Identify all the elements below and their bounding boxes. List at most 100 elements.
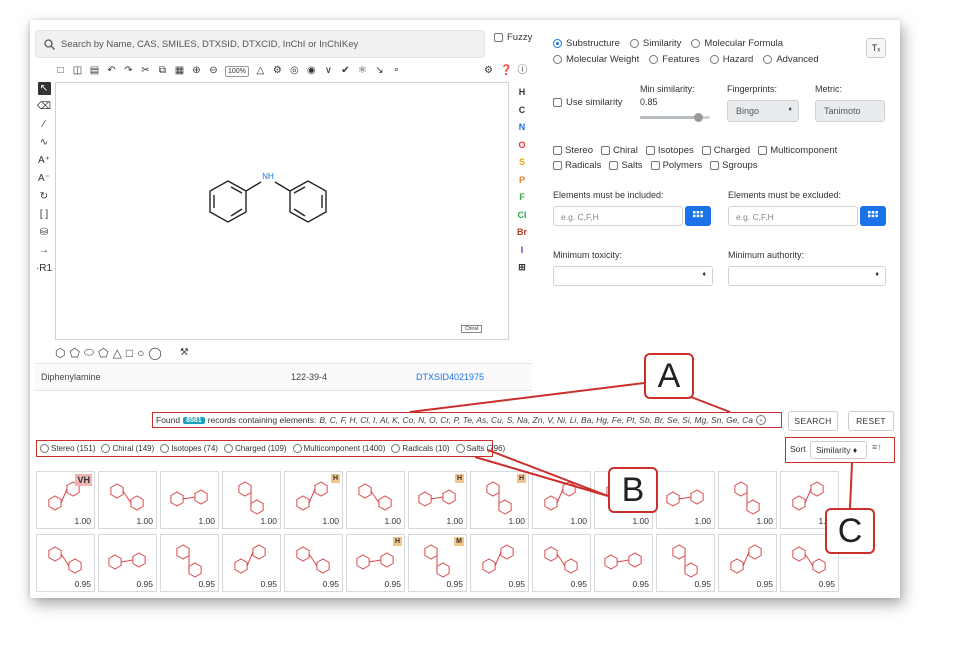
- exclude-elements-input[interactable]: e.g. C,F,H: [728, 206, 858, 226]
- clean-icon[interactable]: ⚙: [272, 65, 283, 77]
- rgroup-tool-icon[interactable]: ⛁: [40, 226, 48, 239]
- rgroup-label-icon[interactable]: ·R1: [36, 262, 52, 275]
- facet-radio[interactable]: [292, 444, 302, 453]
- filter-checkbox[interactable]: [553, 161, 562, 170]
- dearomatize-icon[interactable]: ◉: [306, 65, 317, 77]
- reaction-arrow-icon[interactable]: →: [39, 244, 49, 257]
- atom-0[interactable]: H: [519, 84, 526, 102]
- zoom-in-icon[interactable]: ⊕: [191, 65, 202, 77]
- rotate-tool-icon[interactable]: ↻: [40, 190, 48, 203]
- result-card[interactable]: 1.00: [160, 471, 219, 529]
- result-card[interactable]: 0.95: [532, 534, 591, 592]
- atom-7[interactable]: Cl: [518, 207, 527, 225]
- filter-checkbox[interactable]: [710, 161, 720, 170]
- mode-radio[interactable]: [763, 55, 773, 64]
- layout-icon[interactable]: △: [255, 65, 266, 77]
- drawing-canvas[interactable]: NH Chiral: [55, 82, 509, 340]
- atom-3[interactable]: O: [518, 137, 525, 155]
- search-input[interactable]: [61, 38, 471, 50]
- aromatize-icon[interactable]: ◎: [289, 65, 300, 77]
- atom-2[interactable]: N: [519, 119, 526, 137]
- cut-icon[interactable]: ✂: [140, 65, 151, 77]
- result-card[interactable]: 1.00: [718, 471, 777, 529]
- circle-template-icon[interactable]: ○: [137, 346, 144, 360]
- facet-multicomponent[interactable]: Multicomponent (1400): [292, 444, 385, 453]
- stereo-icon[interactable]: ∨: [323, 65, 334, 77]
- bond-tool-icon[interactable]: ∕: [43, 118, 45, 131]
- info-icon[interactable]: ⓘ: [517, 65, 528, 77]
- reset-button[interactable]: RESET: [848, 411, 894, 431]
- cyclohexane-template-icon[interactable]: ⬡: [55, 346, 65, 360]
- chain-tool-icon[interactable]: ∿: [40, 136, 48, 149]
- mode-radio[interactable]: [649, 55, 659, 64]
- result-card[interactable]: 1.00 H: [284, 471, 343, 529]
- result-card[interactable]: 1.00: [656, 471, 715, 529]
- filter-checkbox[interactable]: [701, 146, 711, 155]
- clear-format-button[interactable]: Tₓ: [866, 38, 886, 58]
- facet-radicals[interactable]: Radicals (10): [391, 444, 450, 453]
- facet-charged[interactable]: Charged (109): [223, 444, 287, 453]
- min-toxicity-select[interactable]: [553, 266, 713, 286]
- similarity-slider[interactable]: [640, 113, 710, 122]
- facet-radio[interactable]: [40, 444, 49, 453]
- check-icon[interactable]: ✔: [340, 65, 351, 77]
- charge-plus-icon[interactable]: A⁺: [38, 154, 50, 167]
- filter-checkbox[interactable]: [609, 161, 619, 170]
- search-button[interactable]: SEARCH: [788, 411, 838, 431]
- filter-checkbox[interactable]: [650, 161, 660, 170]
- facet-radio[interactable]: [101, 444, 111, 453]
- settings-icon[interactable]: ⚙: [483, 65, 494, 77]
- mode-similarity[interactable]: Similarity: [629, 38, 681, 49]
- fuzzy-checkbox-box[interactable]: [494, 33, 503, 42]
- analyze-icon[interactable]: ⚛: [357, 65, 368, 77]
- copy-icon[interactable]: ⧉: [157, 65, 168, 77]
- filter-salts[interactable]: Salts: [609, 160, 643, 171]
- facet-salts[interactable]: Salts (796): [455, 444, 505, 453]
- result-card[interactable]: 0.95 H: [346, 534, 405, 592]
- mode-radio[interactable]: [553, 55, 562, 64]
- facet-radio[interactable]: [455, 444, 465, 453]
- filter-polymers[interactable]: Polymers: [650, 160, 702, 171]
- result-card[interactable]: 0.95: [98, 534, 157, 592]
- result-card[interactable]: 0.95: [656, 534, 715, 592]
- result-card[interactable]: 1.00: [98, 471, 157, 529]
- undo-icon[interactable]: ↶: [106, 65, 117, 77]
- new-file-icon[interactable]: □: [55, 65, 66, 77]
- zoom-select[interactable]: 100%: [225, 65, 249, 77]
- result-card[interactable]: 1.00: [532, 471, 591, 529]
- redo-icon[interactable]: ↷: [123, 65, 134, 77]
- filter-stereo[interactable]: Stereo: [553, 145, 593, 156]
- result-card[interactable]: 0.95: [284, 534, 343, 592]
- filter-charged[interactable]: Charged: [701, 145, 750, 156]
- mode-substructure[interactable]: Substructure: [553, 38, 620, 49]
- filter-isotopes[interactable]: Isotopes: [645, 145, 694, 156]
- atom-4[interactable]: S: [519, 154, 525, 172]
- bracket-tool-icon[interactable]: [ ]: [40, 208, 48, 221]
- filter-radicals[interactable]: Radicals: [553, 160, 601, 171]
- result-card[interactable]: 1.00: [346, 471, 405, 529]
- zoom-out-icon[interactable]: ⊖: [208, 65, 219, 77]
- eraser-tool-icon[interactable]: ⌫: [37, 100, 51, 113]
- result-card[interactable]: 0.95: [718, 534, 777, 592]
- atom-9[interactable]: I: [521, 242, 524, 260]
- mode-radio[interactable]: [709, 55, 719, 64]
- result-card[interactable]: 1.00: [222, 471, 281, 529]
- mode-features[interactable]: Features: [649, 54, 700, 65]
- use-similarity-box[interactable]: [553, 98, 562, 107]
- select-tool-icon[interactable]: ↖: [37, 82, 51, 95]
- filter-chiral[interactable]: Chiral: [601, 145, 638, 156]
- compound-dtxsid-link[interactable]: DTXSID4021975: [416, 372, 484, 382]
- filter-sgroups[interactable]: Sgroups: [710, 160, 758, 171]
- similarity-slider-handle[interactable]: [694, 113, 703, 122]
- exclude-periodic-table-button[interactable]: [860, 206, 886, 226]
- metric-field[interactable]: Tanimoto: [815, 100, 885, 122]
- result-card[interactable]: 0.95: [160, 534, 219, 592]
- use-similarity-checkbox[interactable]: Use similarity: [553, 97, 622, 108]
- facet-radio[interactable]: [160, 444, 170, 453]
- recognize-icon[interactable]: ↘: [374, 65, 385, 77]
- filter-checkbox[interactable]: [758, 146, 768, 155]
- result-card[interactable]: 0.95 M: [408, 534, 467, 592]
- octagon-template-icon[interactable]: ◯: [148, 346, 161, 360]
- sort-select[interactable]: Similarity ♦: [810, 441, 867, 459]
- include-elements-input[interactable]: e.g. C,F,H: [553, 206, 683, 226]
